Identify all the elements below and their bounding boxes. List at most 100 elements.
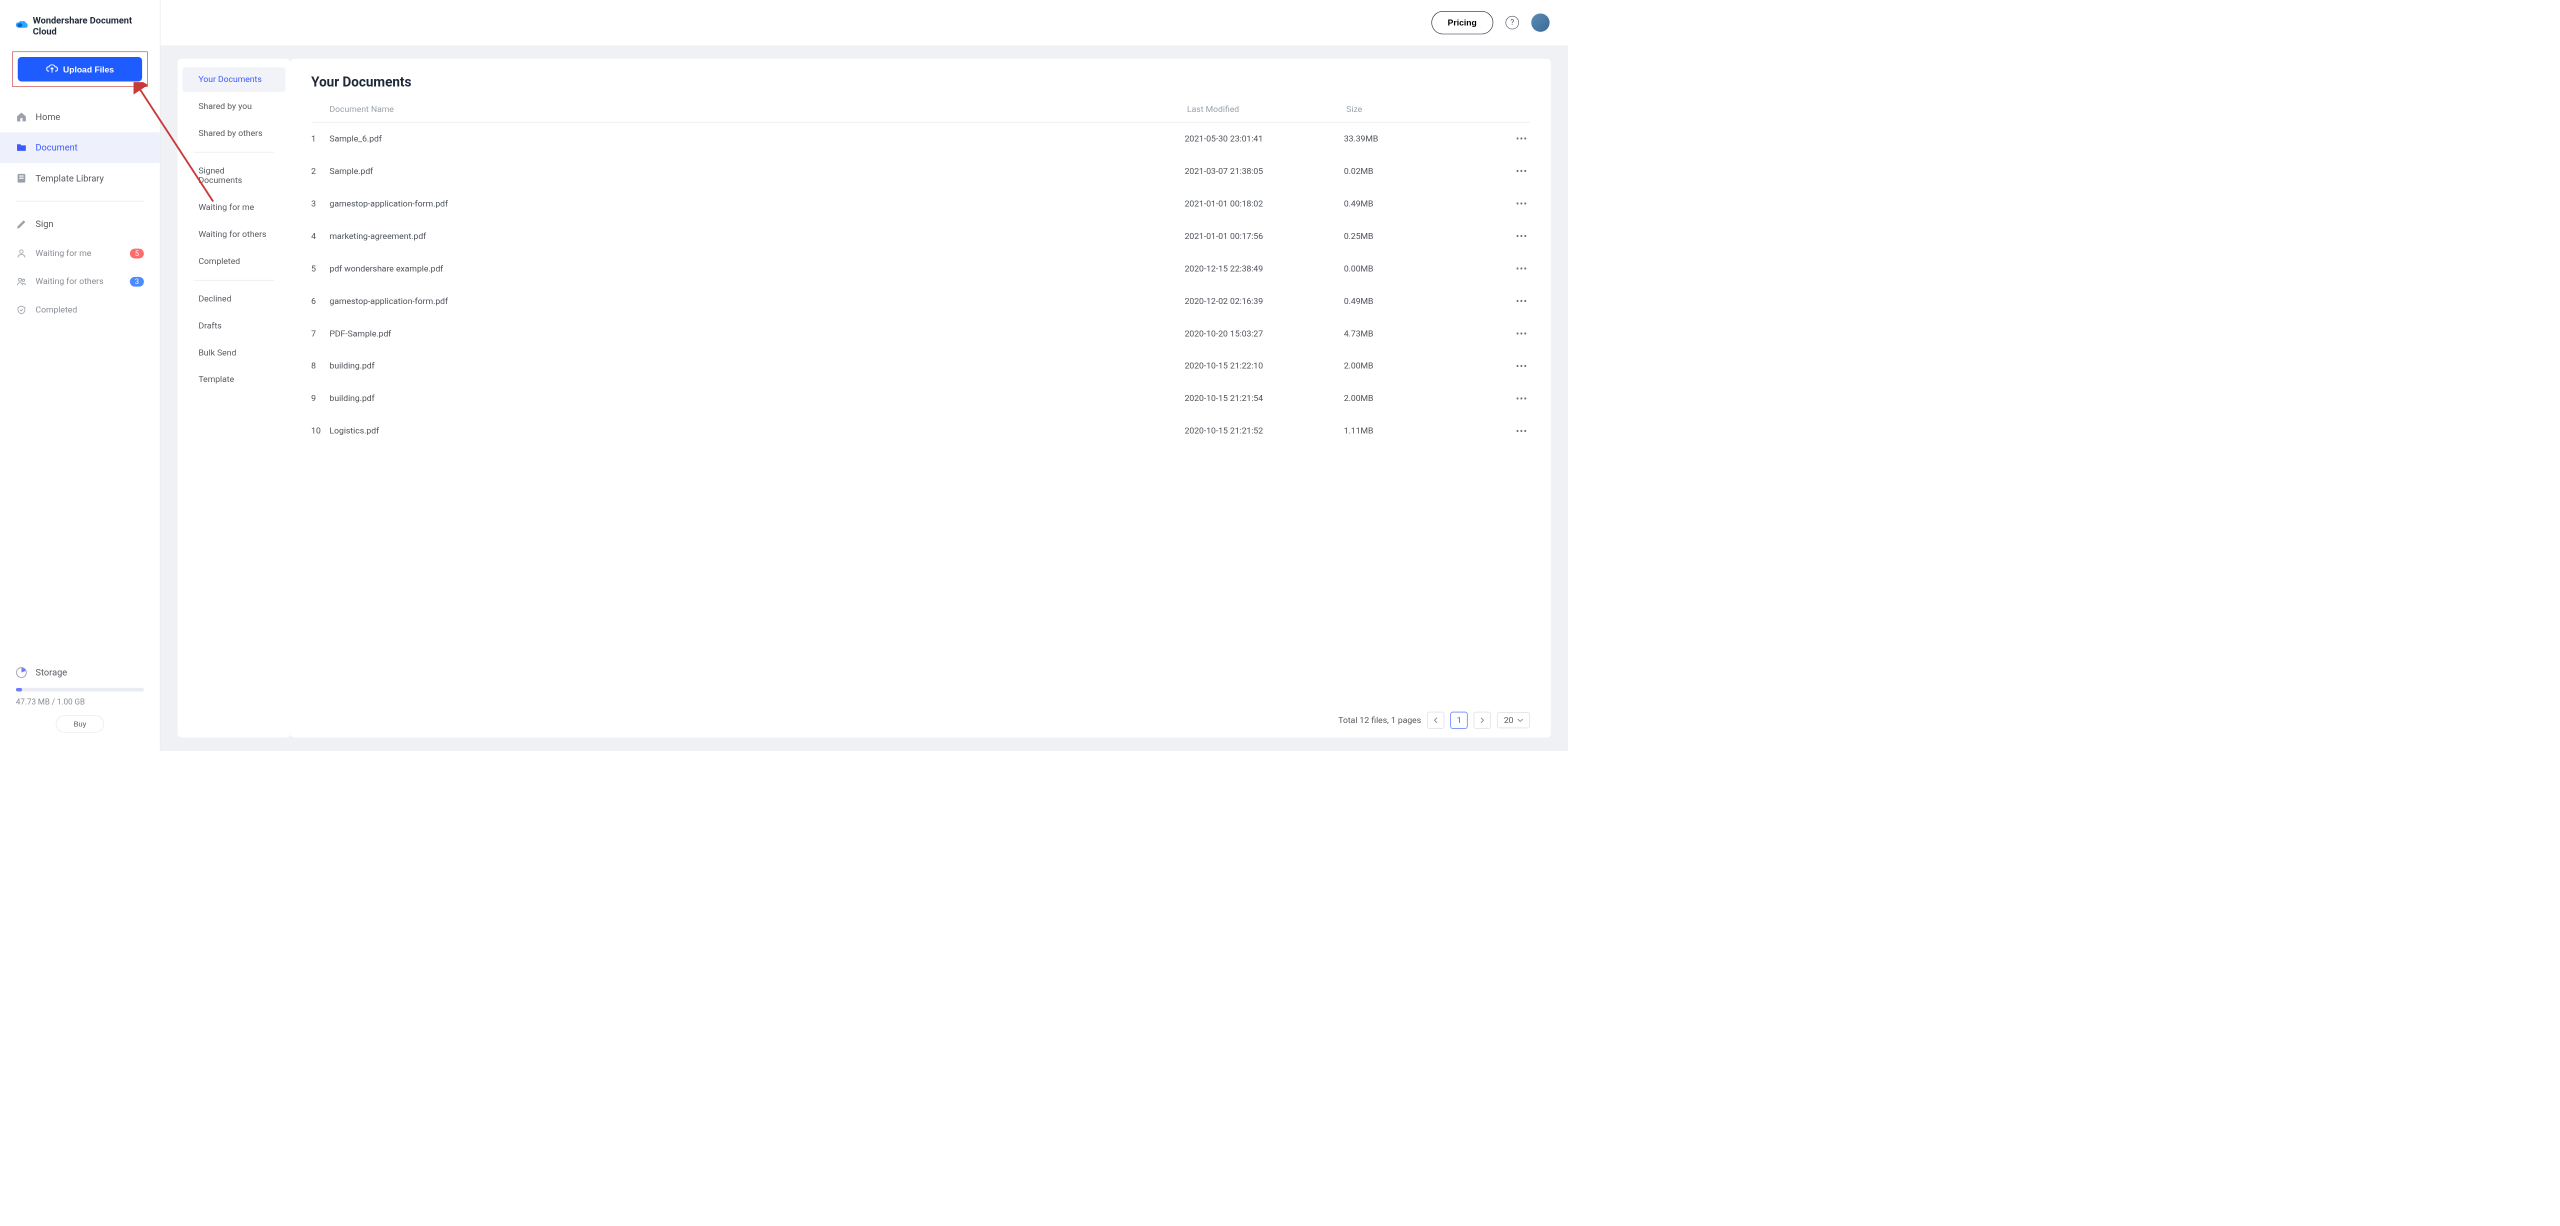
subnav-template[interactable]: Template [183, 368, 286, 393]
table-row[interactable]: 7PDF-Sample.pdf2020-10-20 15:03:274.73MB… [311, 317, 1527, 349]
row-modified: 2020-10-15 21:21:52 [1185, 426, 1344, 436]
page-size-value: 20 [1504, 715, 1514, 725]
subnav-divider [194, 280, 275, 281]
nav-label: Home [36, 111, 61, 122]
subnav-waiting-for-me[interactable]: Waiting for me [183, 195, 286, 220]
nav-home[interactable]: Home [0, 102, 160, 133]
upload-files-button[interactable]: Upload Files [18, 57, 142, 82]
col-document-name: Document Name [330, 105, 1188, 115]
pager-next[interactable] [1474, 712, 1491, 729]
more-actions-icon[interactable]: ••• [1516, 133, 1528, 145]
nav-sign[interactable]: Sign [0, 209, 160, 240]
page-title: Your Documents [311, 75, 1530, 90]
sidebar: Wondershare Document Cloud Upload Files … [0, 0, 160, 751]
pie-chart-icon [16, 667, 27, 678]
nav-waiting-for-me[interactable]: Waiting for me 5 [0, 239, 160, 267]
subnav-declined[interactable]: Declined [183, 287, 286, 312]
nav-completed[interactable]: Completed [0, 296, 160, 324]
document-subnav: Your Documents Shared by you Shared by o… [178, 59, 291, 738]
user-avatar[interactable] [1531, 13, 1549, 31]
buy-button[interactable]: Buy [56, 715, 104, 732]
row-index: 10 [311, 426, 329, 436]
subnav-waiting-for-others[interactable]: Waiting for others [183, 222, 286, 247]
more-actions-icon[interactable]: ••• [1516, 425, 1528, 437]
row-index: 4 [311, 231, 329, 241]
nav-waiting-for-others[interactable]: Waiting for others 3 [0, 268, 160, 296]
storage-section: Storage 47.73 MB / 1.00 GB Buy [0, 655, 160, 751]
nav-label: Waiting for me [36, 249, 92, 259]
pager-page-1[interactable]: 1 [1451, 712, 1468, 729]
table-row[interactable]: 8building.pdf2020-10-15 21:22:102.00MB••… [311, 350, 1527, 382]
nav-divider [16, 201, 144, 202]
documents-panel: Your Documents Document Name Last Modifi… [290, 59, 1551, 738]
people-icon [16, 276, 27, 287]
template-icon [16, 173, 27, 184]
table-row[interactable]: 3gamestop-application-form.pdf2021-01-01… [311, 187, 1527, 219]
row-filename: building.pdf [330, 394, 1185, 404]
row-index: 7 [311, 329, 329, 339]
table-row[interactable]: 6gamestop-application-form.pdf2020-12-02… [311, 285, 1527, 317]
storage-progress [16, 688, 144, 692]
more-actions-icon[interactable]: ••• [1516, 263, 1528, 275]
more-actions-icon[interactable]: ••• [1516, 198, 1528, 210]
topbar: Pricing ? [160, 0, 1568, 45]
help-icon[interactable]: ? [1506, 16, 1519, 29]
table-row[interactable]: 4marketing-agreement.pdf2021-01-01 00:17… [311, 220, 1527, 252]
row-modified: 2021-05-30 23:01:41 [1185, 134, 1344, 144]
row-modified: 2020-10-15 21:22:10 [1185, 361, 1344, 371]
row-index: 6 [311, 296, 329, 306]
subnav-your-documents[interactable]: Your Documents [183, 67, 286, 92]
more-actions-icon[interactable]: ••• [1516, 230, 1528, 242]
table-body[interactable]: 1Sample_6.pdf2021-05-30 23:01:4133.39MB•… [311, 123, 1530, 448]
badge-count: 3 [130, 277, 144, 287]
person-icon [16, 248, 27, 259]
row-size: 2.00MB [1344, 394, 1503, 404]
row-index: 9 [311, 394, 329, 404]
row-modified: 2021-01-01 00:17:56 [1185, 231, 1344, 241]
subnav-completed[interactable]: Completed [183, 249, 286, 274]
subnav-shared-by-others[interactable]: Shared by others [183, 121, 286, 146]
subnav-signed-documents[interactable]: Signed Documents [183, 159, 286, 193]
table-row[interactable]: 2Sample.pdf2021-03-07 21:38:050.02MB••• [311, 155, 1527, 187]
row-size: 0.00MB [1344, 264, 1503, 274]
home-icon [16, 111, 27, 122]
row-filename: gamestop-application-form.pdf [330, 199, 1185, 209]
pen-icon [16, 219, 27, 230]
more-actions-icon[interactable]: ••• [1516, 393, 1528, 405]
table-row[interactable]: 9building.pdf2020-10-15 21:21:542.00MB••… [311, 382, 1527, 414]
row-modified: 2021-03-07 21:38:05 [1185, 166, 1344, 176]
nav-document[interactable]: Document [0, 132, 160, 163]
row-size: 4.73MB [1344, 329, 1503, 339]
storage-usage-text: 47.73 MB / 1.00 GB [16, 698, 144, 707]
row-filename: PDF-Sample.pdf [330, 329, 1185, 339]
subnav-drafts[interactable]: Drafts [183, 314, 286, 339]
chevron-down-icon [1517, 718, 1523, 722]
page-size-select[interactable]: 20 [1497, 712, 1530, 728]
col-size: Size [1346, 105, 1505, 115]
upload-highlight-box: Upload Files [12, 51, 147, 87]
row-modified: 2020-12-15 22:38:49 [1185, 264, 1344, 274]
table-row[interactable]: 5pdf wondershare example.pdf2020-12-15 2… [311, 252, 1527, 284]
nav-label: Sign [36, 219, 54, 230]
pager-summary: Total 12 files, 1 pages [1338, 715, 1421, 725]
more-actions-icon[interactable]: ••• [1516, 165, 1528, 177]
more-actions-icon[interactable]: ••• [1516, 295, 1528, 307]
row-filename: gamestop-application-form.pdf [330, 296, 1185, 306]
row-filename: Logistics.pdf [330, 426, 1185, 436]
subnav-bulk-send[interactable]: Bulk Send [183, 341, 286, 366]
row-modified: 2020-10-20 15:03:27 [1185, 329, 1344, 339]
row-modified: 2020-12-02 02:16:39 [1185, 296, 1344, 306]
row-size: 0.02MB [1344, 166, 1503, 176]
table-row[interactable]: 1Sample_6.pdf2021-05-30 23:01:4133.39MB•… [311, 123, 1527, 155]
nav-template-library[interactable]: Template Library [0, 163, 160, 194]
pager-prev[interactable] [1427, 712, 1444, 729]
brand-name: Wondershare Document Cloud [33, 15, 144, 37]
more-actions-icon[interactable]: ••• [1516, 328, 1528, 340]
nav-label: Completed [36, 305, 78, 315]
subnav-shared-by-you[interactable]: Shared by you [183, 94, 286, 119]
more-actions-icon[interactable]: ••• [1516, 360, 1528, 372]
brand-logo: Wondershare Document Cloud [0, 0, 160, 48]
row-size: 0.49MB [1344, 296, 1503, 306]
table-row[interactable]: 10Logistics.pdf2020-10-15 21:21:521.11MB… [311, 415, 1527, 447]
pricing-button[interactable]: Pricing [1431, 11, 1493, 34]
